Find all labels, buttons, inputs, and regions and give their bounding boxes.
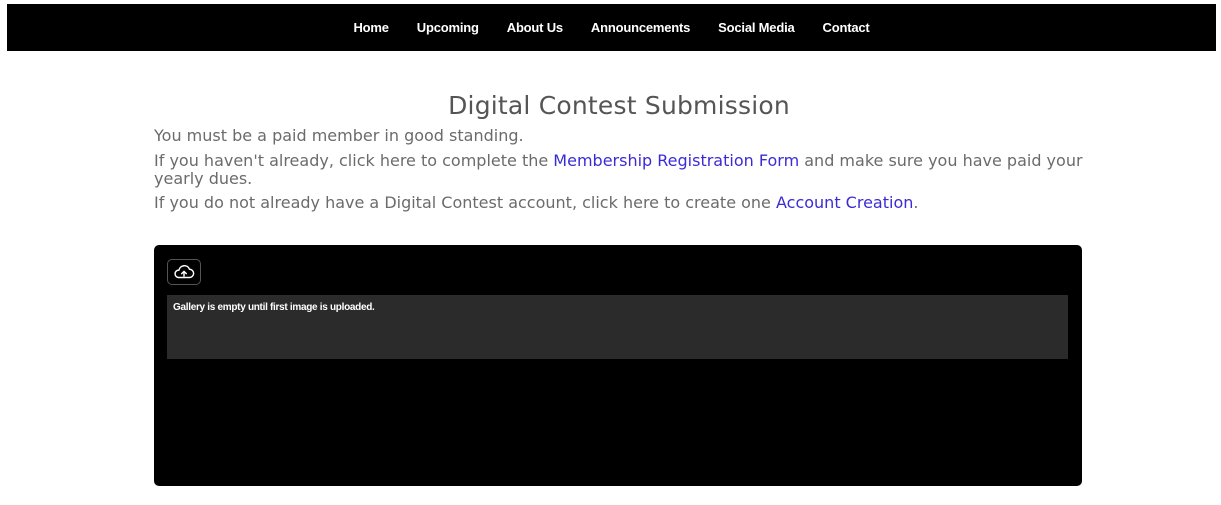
main-content: Digital Contest Submission You must be a… [154,88,1084,212]
top-navigation-bar: Home Upcoming About Us Announcements Soc… [7,4,1216,51]
gallery-empty-message: Gallery is empty until first image is up… [173,302,375,313]
membership-requirement-text: You must be a paid member in good standi… [154,126,524,145]
nav-menu: Home Upcoming About Us Announcements Soc… [7,4,1216,51]
account-instructions-prefix: If you do not already have a Digital Con… [154,193,776,212]
nav-item-announcements[interactable]: Announcements [591,20,690,35]
upload-button[interactable] [167,259,201,285]
nav-item-contact[interactable]: Contact [823,20,870,35]
nav-item-upcoming[interactable]: Upcoming [417,20,479,35]
membership-registration-form-link[interactable]: Membership Registration Form [553,151,799,170]
nav-item-social-media[interactable]: Social Media [718,20,795,35]
nav-item-about-us[interactable]: About Us [507,20,563,35]
account-creation-link[interactable]: Account Creation [776,193,913,212]
account-instructions-suffix: . [913,193,919,212]
account-instructions-text: If you do not already have a Digital Con… [154,194,1084,212]
image-uploader: Gallery is empty until first image is up… [154,245,1082,486]
gallery-area: Gallery is empty until first image is up… [167,295,1068,359]
membership-instructions-prefix: If you haven't already, click here to co… [154,151,554,170]
nav-item-home[interactable]: Home [353,20,389,35]
page-title: Digital Contest Submission [448,91,790,120]
cloud-upload-icon [174,264,195,279]
membership-instructions-text: If you haven't already, click here to co… [154,152,1084,188]
